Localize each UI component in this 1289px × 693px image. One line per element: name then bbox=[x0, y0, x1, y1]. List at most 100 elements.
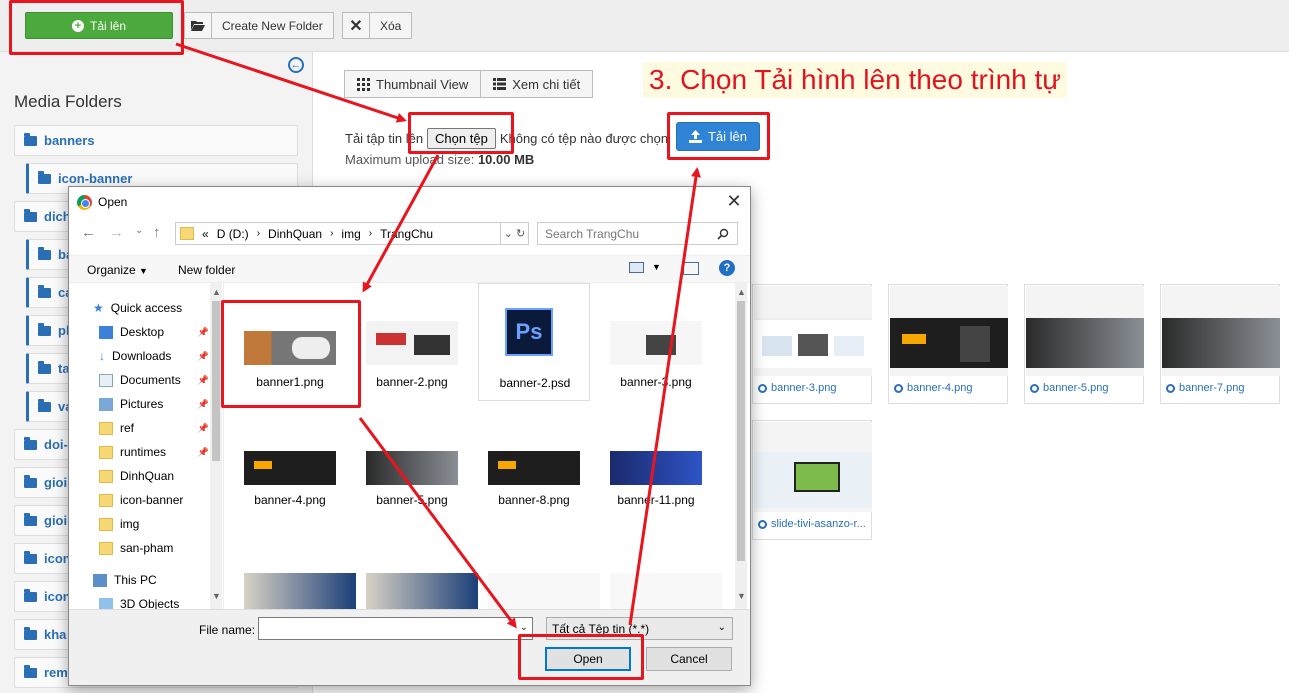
file-item[interactable]: banner-2.png bbox=[356, 291, 468, 401]
file-item[interactable] bbox=[244, 573, 356, 609]
media-thumbnail[interactable]: banner-3.png bbox=[752, 284, 872, 404]
scroll-thumb[interactable] bbox=[212, 301, 220, 461]
navigation-pane: ★ Quick access Desktop 📌 ↓ Downloads 📌 Docum… bbox=[69, 283, 224, 609]
forward-arrow-icon[interactable]: → bbox=[109, 224, 124, 241]
nav-item[interactable]: DinhQuan bbox=[99, 465, 209, 487]
preview-pane-icon[interactable] bbox=[683, 262, 699, 275]
download-icon: ↓ bbox=[99, 349, 105, 363]
media-thumbnail[interactable]: banner-7.png bbox=[1160, 284, 1280, 404]
file-item[interactable] bbox=[488, 573, 600, 609]
delete-button[interactable]: ✕ Xóa bbox=[342, 12, 413, 39]
thumbnail-caption: slide-tivi-asanzo-r... bbox=[758, 518, 870, 530]
file-item[interactable]: banner-11.png bbox=[600, 409, 712, 519]
nav-item[interactable]: san-pham bbox=[99, 537, 209, 559]
scroll-thumb[interactable] bbox=[737, 301, 745, 561]
detail-view-button[interactable]: Xem chi tiết bbox=[480, 71, 592, 97]
search-input[interactable]: Search TrangChu bbox=[537, 222, 738, 245]
folder-icon bbox=[24, 664, 37, 678]
refresh-icon[interactable]: ⌄ ↻ bbox=[501, 222, 529, 245]
scroll-down-icon[interactable]: ▼ bbox=[737, 591, 746, 601]
back-arrow-icon[interactable]: ← bbox=[81, 224, 96, 241]
file-item[interactable]: banner-8.png bbox=[478, 409, 590, 519]
file-item[interactable]: banner-3.png bbox=[600, 291, 712, 401]
max-size-value: 10.00 MB bbox=[477, 152, 535, 167]
thumbnail-caption: banner-7.png bbox=[1166, 382, 1278, 394]
max-upload-size: Maximum upload size: 10.00 MB bbox=[345, 152, 534, 167]
scroll-up-icon[interactable]: ▲ bbox=[212, 287, 221, 297]
nav-label: This PC bbox=[114, 573, 157, 587]
delete-label: Xóa bbox=[380, 18, 402, 33]
folder-icon bbox=[99, 493, 113, 507]
arrow-left-circle-icon[interactable]: ← bbox=[288, 57, 304, 73]
nav-quick-access[interactable]: ★ Quick access bbox=[93, 297, 203, 319]
file-item[interactable]: banner-5.png bbox=[356, 409, 468, 519]
nav-this-pc[interactable]: This PC bbox=[93, 569, 203, 591]
organize-button[interactable]: Organize ▼ bbox=[87, 263, 148, 277]
search-placeholder: Search TrangChu bbox=[545, 226, 640, 241]
nav-item[interactable]: ref 📌 bbox=[99, 417, 209, 439]
nav-label: san-pham bbox=[120, 541, 174, 555]
media-thumbnail[interactable]: banner-4.png bbox=[888, 284, 1008, 404]
breadcrumb-item[interactable]: img bbox=[341, 227, 360, 241]
folder-label: banners bbox=[44, 133, 95, 148]
chevron-down-icon[interactable]: ⌄ bbox=[520, 622, 528, 633]
create-folder-button[interactable]: Create New Folder bbox=[184, 12, 334, 39]
nav-label: ref bbox=[120, 421, 135, 435]
folder-label: icon bbox=[44, 551, 71, 566]
view-options-icon[interactable] bbox=[629, 262, 644, 273]
file-list-scrollbar[interactable]: ▲ ▼ bbox=[735, 283, 747, 609]
cancel-button[interactable]: Cancel bbox=[646, 647, 732, 671]
banner-preview bbox=[754, 422, 872, 512]
thumbnail-view-button[interactable]: Thumbnail View bbox=[345, 71, 480, 97]
nav-item[interactable]: Pictures 📌 bbox=[99, 393, 209, 415]
caret-down-icon[interactable]: ▼ bbox=[652, 262, 661, 272]
folder-icon bbox=[24, 132, 37, 146]
breadcrumb-item[interactable]: TrangChu bbox=[380, 227, 433, 241]
file-item[interactable]: banner-4.png bbox=[234, 409, 346, 519]
breadcrumb-item[interactable]: DinhQuan bbox=[268, 227, 322, 241]
folder-icon bbox=[24, 588, 37, 602]
nav-item[interactable]: Desktop 📌 bbox=[99, 321, 209, 343]
chevron-right-icon: › bbox=[330, 228, 334, 239]
nav-item[interactable]: ↓ Downloads 📌 bbox=[99, 345, 209, 367]
open-file-dialog: Open ✕ ← → ⌄ ↑ « D (D:) › DinhQuan › img › … bbox=[68, 186, 751, 686]
close-icon: ✕ bbox=[343, 13, 370, 38]
file-preview bbox=[366, 321, 458, 365]
nav-label: img bbox=[120, 517, 140, 531]
file-name-input[interactable]: ⌄ bbox=[258, 617, 533, 640]
sidebar-folder[interactable]: banners bbox=[14, 125, 298, 156]
up-arrow-icon[interactable]: ↑ bbox=[153, 224, 161, 241]
nav-item[interactable]: Documents 📌 bbox=[99, 369, 209, 391]
banner-preview bbox=[1162, 286, 1280, 376]
address-bar[interactable]: « D (D:) › DinhQuan › img › TrangChu bbox=[175, 222, 501, 245]
instruction-annotation: 3. Chọn Tải hình lên theo trình tự bbox=[643, 62, 1068, 98]
folder-icon bbox=[38, 398, 51, 412]
new-folder-button[interactable]: New folder bbox=[178, 263, 235, 277]
folder-icon bbox=[24, 436, 37, 450]
scroll-up-icon[interactable]: ▲ bbox=[737, 287, 746, 297]
search-icon bbox=[717, 228, 729, 240]
folder-open-icon bbox=[185, 13, 212, 38]
media-thumbnail[interactable]: banner-5.png bbox=[1024, 284, 1144, 404]
file-name: banner-3.png bbox=[620, 375, 692, 389]
nav-item[interactable]: 3D Objects bbox=[99, 593, 209, 609]
breadcrumb-item[interactable]: D (D:) bbox=[217, 227, 249, 241]
nav-item[interactable]: icon-banner bbox=[99, 489, 209, 511]
file-item[interactable] bbox=[610, 573, 722, 609]
file-item[interactable] bbox=[366, 573, 478, 609]
nav-item[interactable]: runtimes 📌 bbox=[99, 441, 209, 463]
file-name-label: File name: bbox=[199, 623, 256, 637]
scroll-down-icon[interactable]: ▼ bbox=[212, 591, 221, 601]
file-preview bbox=[610, 321, 702, 365]
pin-icon: 📌 bbox=[197, 446, 209, 457]
highlight-box-submit bbox=[667, 112, 770, 160]
file-item[interactable]: Ps banner-2.psd bbox=[478, 283, 590, 401]
caret-down-icon: ▼ bbox=[139, 266, 148, 276]
thumbnail-name: banner-5.png bbox=[1043, 382, 1109, 394]
nav-item[interactable]: img bbox=[99, 513, 209, 535]
file-preview bbox=[610, 451, 702, 485]
help-icon[interactable]: ? bbox=[719, 260, 735, 276]
media-thumbnail[interactable]: slide-tivi-asanzo-r... bbox=[752, 420, 872, 540]
chevron-down-icon[interactable]: ⌄ bbox=[135, 225, 143, 236]
close-icon[interactable]: ✕ bbox=[724, 191, 744, 211]
